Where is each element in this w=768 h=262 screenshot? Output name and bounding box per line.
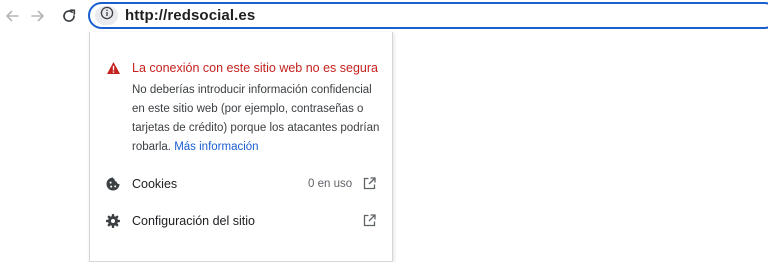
cookie-icon: [105, 176, 121, 197]
reload-button[interactable]: [57, 4, 81, 28]
forward-button[interactable]: [26, 4, 50, 28]
description-line: No deberías introducir información confi…: [132, 84, 372, 96]
warning-triangle-icon: [106, 61, 121, 80]
connection-warning-title: La conexión con este sitio web no es seg…: [132, 61, 378, 75]
site-settings-label: Configuración del sitio: [132, 214, 255, 228]
settings-gear-icon: [105, 213, 121, 234]
connection-warning-description: No deberías introducir información confi…: [132, 81, 388, 157]
arrow-left-icon: [4, 8, 20, 24]
cookies-in-use-count: 0 en uso: [308, 178, 353, 190]
description-line: en este sitio web (por ejemplo, contrase…: [132, 103, 364, 115]
site-info-popup: La conexión con este sitio web no es seg…: [89, 32, 393, 262]
description-line: tarjetas de crédito) porque los atacante…: [132, 122, 380, 134]
more-info-link[interactable]: Más información: [174, 141, 258, 153]
cookies-row[interactable]: Cookies 0 en uso: [90, 169, 392, 199]
address-bar[interactable]: http://redsocial.es: [88, 2, 768, 29]
open-external-icon[interactable]: [363, 214, 376, 232]
reload-icon: [61, 8, 77, 24]
site-settings-row[interactable]: Configuración del sitio: [90, 206, 392, 236]
site-info-button[interactable]: [95, 6, 118, 25]
back-button[interactable]: [0, 4, 24, 28]
url-text[interactable]: http://redsocial.es: [125, 7, 255, 24]
cookies-label: Cookies: [132, 177, 178, 191]
description-line: robarla. Más información: [132, 138, 388, 157]
arrow-right-icon: [30, 8, 46, 24]
open-external-icon[interactable]: [363, 177, 376, 195]
description-line-text: robarla.: [132, 141, 171, 153]
info-icon: [100, 6, 114, 25]
